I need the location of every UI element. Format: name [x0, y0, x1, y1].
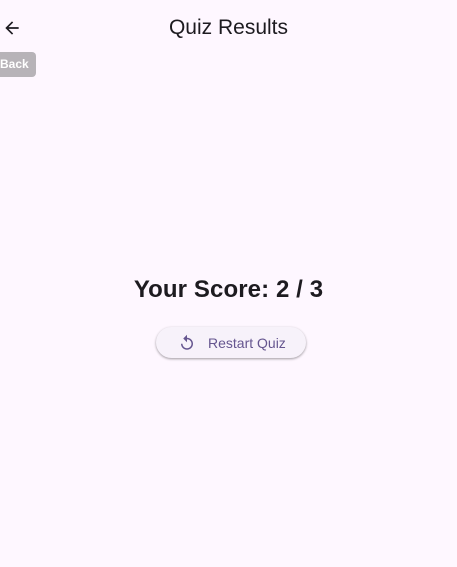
score-text: Your Score: 2 / 3	[133, 276, 324, 303]
restart-icon	[178, 334, 196, 352]
page-title: Quiz Results	[168, 16, 289, 39]
restart-quiz-button[interactable]: Restart Quiz	[156, 327, 306, 358]
back-tooltip: Back	[0, 52, 36, 77]
app-bar: Quiz Results	[0, 0, 457, 56]
restart-button-label: Restart Quiz	[208, 334, 286, 351]
